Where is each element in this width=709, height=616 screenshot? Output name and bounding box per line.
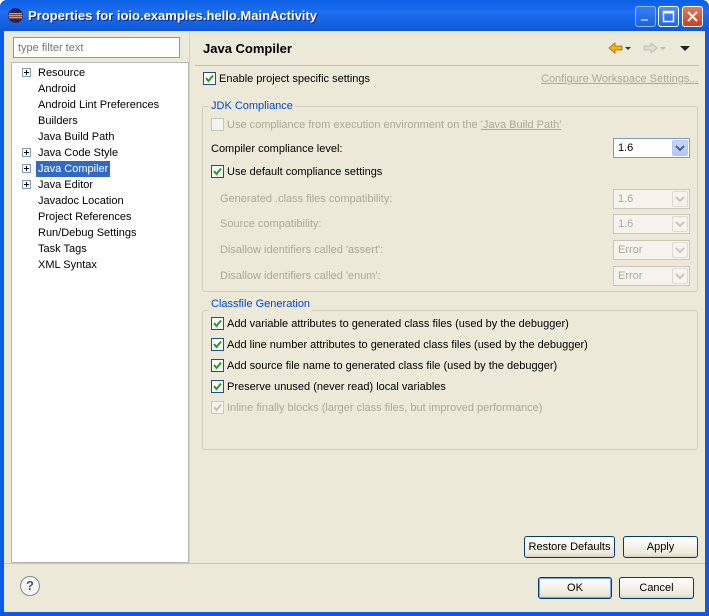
tree-item-label: Java Code Style xyxy=(38,147,119,159)
classfile-option-label: Inline finally blocks (larger class file… xyxy=(227,402,543,414)
classfile-option-label: Add variable attributes to generated cla… xyxy=(227,318,569,330)
compliance-setting-value: Error xyxy=(618,270,643,282)
compliance-setting-value: 1.6 xyxy=(618,218,634,230)
compliance-level-value: 1.6 xyxy=(618,142,634,154)
compliance-setting-value: 1.6 xyxy=(618,193,634,205)
compliance-setting-label: Source compatibility: xyxy=(220,218,322,230)
compliance-setting-select: Error xyxy=(613,266,690,286)
chevron-down-icon xyxy=(672,191,688,207)
classfile-option-label: Add source file name to generated class … xyxy=(227,360,558,372)
compliance-level-select[interactable]: 1.6 xyxy=(613,138,690,158)
use-default-compliance-label: Use default compliance settings xyxy=(227,166,383,178)
checkmark-icon xyxy=(213,361,222,370)
checkmark-icon xyxy=(205,74,214,83)
tree-item-label: Java Build Path xyxy=(38,131,115,143)
forward-arrow-icon xyxy=(643,42,658,54)
compliance-setting-select: 1.6 xyxy=(613,189,690,209)
view-menu-icon[interactable] xyxy=(679,41,691,55)
compliance-setting-label: Disallow identifiers called 'assert': xyxy=(220,244,384,256)
classfile-option-checkbox[interactable] xyxy=(211,317,224,330)
compliance-setting-value: Error xyxy=(618,244,643,256)
use-env-label-text: Use compliance from execution environmen… xyxy=(227,119,481,131)
use-env-label: Use compliance from execution environmen… xyxy=(227,118,561,132)
apply-button[interactable]: Apply xyxy=(623,536,698,558)
maximize-button[interactable] xyxy=(658,6,679,27)
compliance-level-label: Compiler compliance level: xyxy=(211,143,343,155)
compliance-setting-label: Disallow identifiers called 'enum': xyxy=(220,270,381,282)
expand-plus-icon[interactable] xyxy=(22,148,31,157)
properties-window: Properties for ioio.examples.hello.MainA… xyxy=(0,0,709,616)
dialog-client-area: Resource Android Android Lint Preferences B… xyxy=(4,31,705,612)
chevron-down-icon xyxy=(672,268,688,284)
tree-item-label: Android Lint Preferences xyxy=(38,99,160,111)
chevron-down-icon xyxy=(672,242,688,258)
back-menu-icon[interactable] xyxy=(624,41,632,55)
classfile-option-checkbox[interactable] xyxy=(211,359,224,372)
chevron-down-icon xyxy=(672,216,688,232)
dropdown-arrow-button[interactable] xyxy=(672,140,688,156)
tree-item-label: XML Syntax xyxy=(38,259,97,271)
expand-plus-icon[interactable] xyxy=(22,68,31,77)
classfile-generation-legend: Classfile Generation xyxy=(209,297,313,311)
tree-item-label: Java Editor xyxy=(38,179,94,191)
restore-defaults-button[interactable]: Restore Defaults xyxy=(524,536,615,558)
window-title: Properties for ioio.examples.hello.MainA… xyxy=(28,8,317,23)
cancel-button[interactable]: Cancel xyxy=(619,577,694,599)
forward-menu-icon xyxy=(660,47,666,50)
chevron-down-icon xyxy=(675,145,685,152)
expand-plus-icon[interactable] xyxy=(22,180,31,189)
compliance-setting-label: Generated .class files compatibility: xyxy=(220,193,393,205)
tree-item-label: Java Compiler xyxy=(36,161,111,177)
tree-item-label: Android xyxy=(38,83,76,95)
enable-specific-label: Enable project specific settings xyxy=(219,73,371,85)
minimize-button[interactable] xyxy=(635,6,656,27)
java-build-path-link: 'Java Build Path' xyxy=(480,119,562,131)
checkmark-icon xyxy=(213,403,222,412)
page-title: Java Compiler xyxy=(203,41,292,56)
close-icon xyxy=(687,11,698,22)
eclipse-logo-icon xyxy=(8,8,23,23)
title-separator xyxy=(195,65,699,66)
panel-divider[interactable] xyxy=(189,31,190,563)
checkmark-icon xyxy=(213,167,222,176)
classfile-option-label: Add line number attributes to generated … xyxy=(227,339,588,351)
configure-workspace-link[interactable]: Configure Workspace Settings... xyxy=(541,72,699,86)
use-env-checkbox xyxy=(211,118,224,131)
tree-item-label: Builders xyxy=(38,115,78,127)
tree-item-label: Project References xyxy=(38,211,132,223)
classfile-option-checkbox[interactable] xyxy=(211,338,224,351)
enable-specific-checkbox[interactable] xyxy=(203,72,216,85)
tree-item-label: Javadoc Location xyxy=(38,195,124,207)
use-default-compliance-checkbox[interactable] xyxy=(211,165,224,178)
title-bar[interactable]: Properties for ioio.examples.hello.MainA… xyxy=(0,0,709,31)
close-button[interactable] xyxy=(682,6,703,27)
classfile-option-checkbox[interactable] xyxy=(211,380,224,393)
checkmark-icon xyxy=(213,382,222,391)
classfile-option-label: Preserve unused (never read) local varia… xyxy=(227,381,446,393)
help-icon[interactable]: ? xyxy=(20,576,40,596)
minimize-icon xyxy=(641,19,648,21)
preference-tree: Resource Android Android Lint Preferences B… xyxy=(11,62,189,563)
checkmark-icon xyxy=(213,340,222,349)
checkmark-icon xyxy=(213,319,222,328)
tree-item-label: Run/Debug Settings xyxy=(38,227,137,239)
footer-separator xyxy=(4,563,705,564)
tree-item-label: Resource xyxy=(38,67,86,79)
compliance-setting-select: 1.6 xyxy=(613,214,690,234)
classfile-option-checkbox xyxy=(211,401,224,414)
jdk-compliance-legend: JDK Compliance xyxy=(209,99,295,113)
expand-plus-icon[interactable] xyxy=(22,164,31,173)
compliance-setting-select: Error xyxy=(613,240,690,260)
maximize-icon xyxy=(662,10,675,23)
back-arrow-icon[interactable] xyxy=(608,41,624,55)
filter-input[interactable] xyxy=(13,37,180,58)
ok-button[interactable]: OK xyxy=(538,577,612,599)
tree-item-label: Task Tags xyxy=(38,243,87,255)
